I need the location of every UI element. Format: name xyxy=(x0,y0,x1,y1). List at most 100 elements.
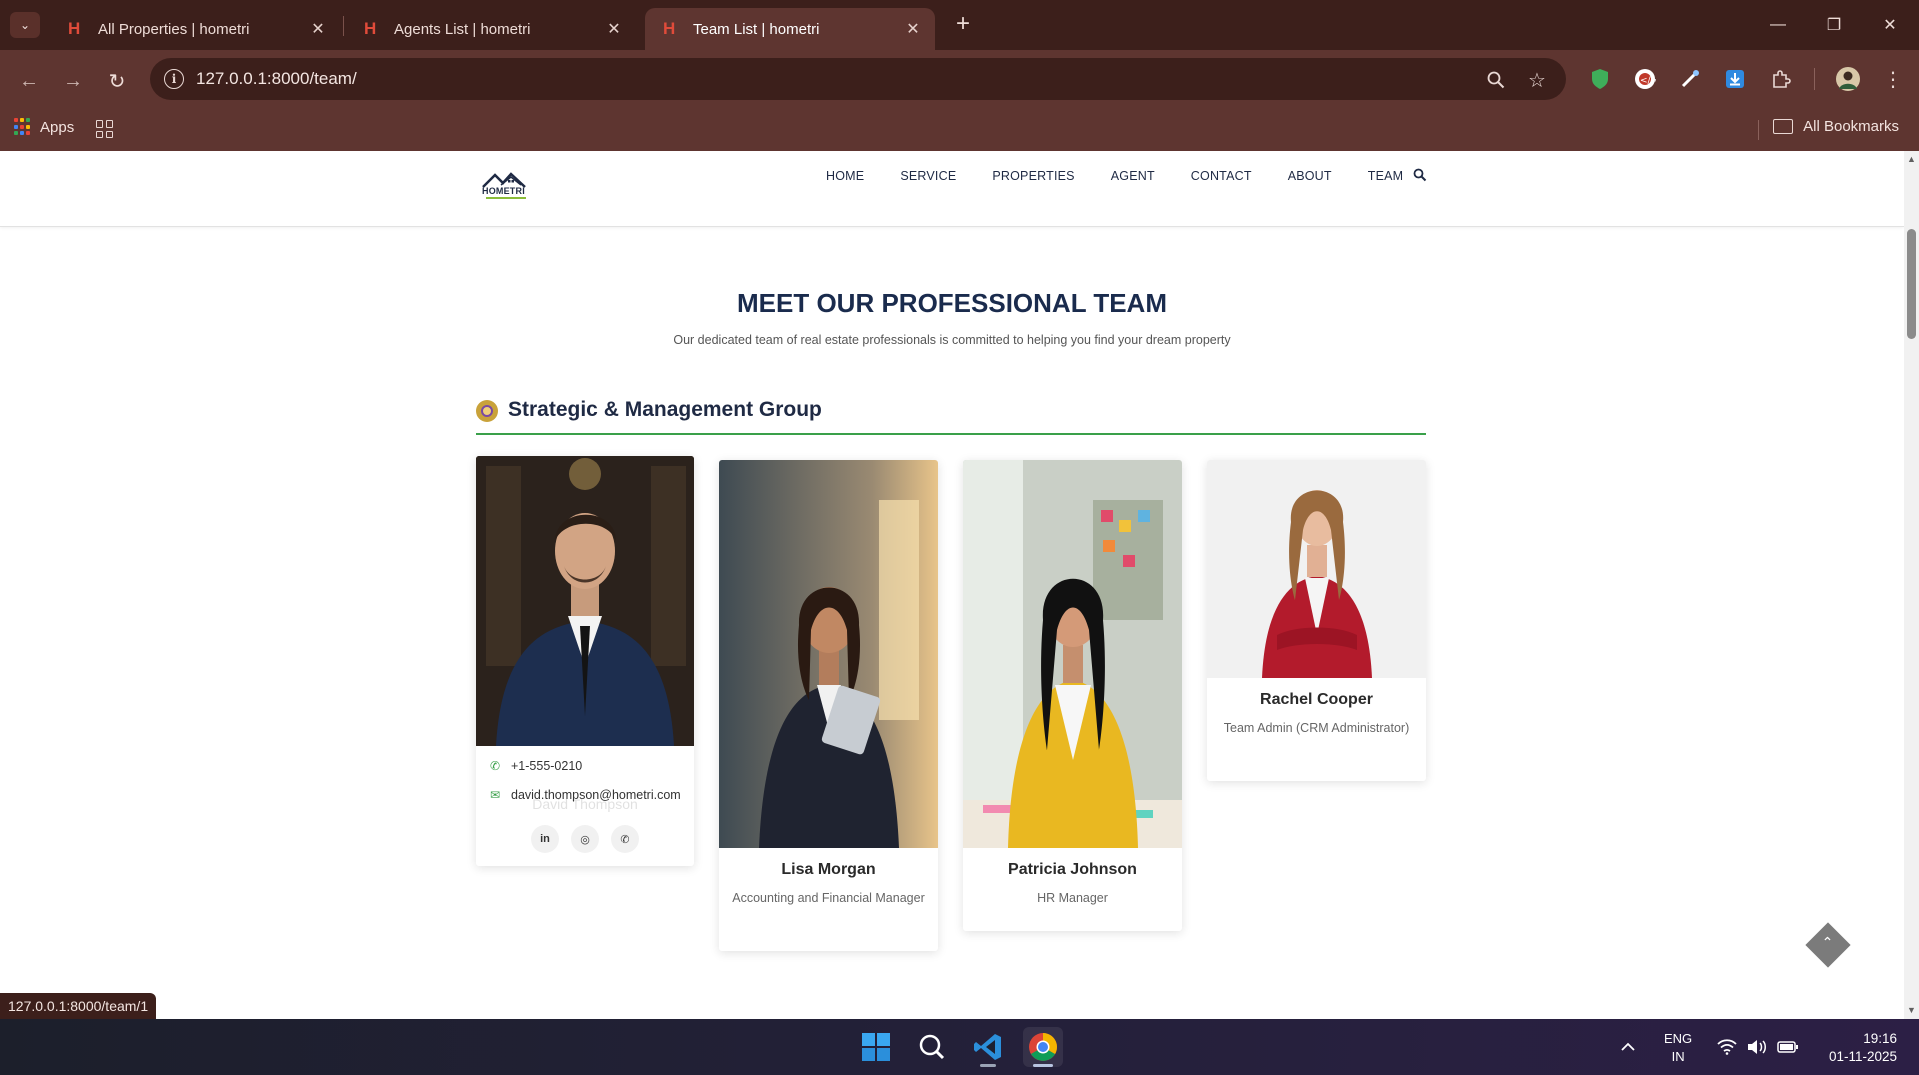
tab-search-button[interactable]: ⌄ xyxy=(10,12,40,38)
member-role: HR Manager xyxy=(1037,891,1108,905)
member-email: david.thompson@hometri.com xyxy=(511,788,681,802)
instagram-icon[interactable]: ◎ xyxy=(571,825,599,853)
tab-agents-list[interactable]: H Agents List | hometri ✕ xyxy=(346,8,636,50)
apps-label: Apps xyxy=(40,118,75,136)
restore-button[interactable]: ❐ xyxy=(1814,10,1854,40)
bookmarks-divider xyxy=(1758,120,1759,140)
compass-icon xyxy=(476,400,498,422)
phone-icon: ✆ xyxy=(489,759,501,773)
social-links: in ◎ ✆ xyxy=(476,825,694,853)
language-indicator[interactable]: ENG IN xyxy=(1664,1030,1692,1066)
bookmark-apps[interactable]: Apps xyxy=(14,118,74,136)
minimize-button[interactable]: — xyxy=(1758,10,1798,40)
envelope-icon: ✉ xyxy=(489,788,501,802)
back-to-top-button[interactable]: ⌃ xyxy=(1805,922,1851,968)
team-card-lisa-morgan[interactable]: Lisa Morgan Accounting and Financial Man… xyxy=(719,460,938,951)
system-clock[interactable]: 19:16 01-11-2025 xyxy=(1829,1030,1897,1066)
page-subtitle: Our dedicated team of real estate profes… xyxy=(673,333,1231,347)
hometri-favicon-icon: H xyxy=(663,19,676,38)
tray-overflow-icon[interactable] xyxy=(1620,1019,1636,1075)
tab-all-properties[interactable]: H All Properties | hometri ✕ xyxy=(50,8,340,50)
running-indicator xyxy=(980,1064,996,1067)
group-header: Strategic & Management Group xyxy=(476,396,1426,435)
page-title: MEET OUR PROFESSIONAL TEAM xyxy=(737,288,1167,318)
hometri-favicon-icon: H xyxy=(364,19,377,38)
phone-line[interactable]: ✆ +1-555-0210 xyxy=(488,759,582,773)
page-scrollbar[interactable]: ▲ ▼ xyxy=(1904,151,1919,1019)
member-photo xyxy=(476,456,694,746)
folder-icon xyxy=(1773,119,1794,134)
nav-team[interactable]: TEAM xyxy=(1368,169,1404,183)
nav-home[interactable]: HOME xyxy=(826,169,864,183)
team-card-rachel-cooper[interactable]: Rachel Cooper Team Admin (CRM Administra… xyxy=(1207,460,1426,781)
volume-icon[interactable] xyxy=(1747,1019,1767,1075)
member-name: Lisa Morgan xyxy=(781,861,876,878)
whatsapp-icon[interactable]: ✆ xyxy=(611,825,639,853)
bookmarks-bar: Apps All Bookmarks xyxy=(0,112,1919,148)
shield-extension-icon[interactable] xyxy=(1587,66,1613,92)
nav-agent[interactable]: AGENT xyxy=(1111,169,1155,183)
svg-text:</>: </> xyxy=(1640,76,1656,86)
tab-title: All Properties | hometri xyxy=(98,20,250,38)
status-bar-url: 127.0.0.1:8000/team/1 xyxy=(0,993,157,1019)
extensions-puzzle-icon[interactable] xyxy=(1768,66,1794,92)
back-arrow-icon[interactable]: ← xyxy=(14,66,44,96)
close-icon[interactable]: ✕ xyxy=(903,19,923,39)
taskbar-search-icon[interactable] xyxy=(912,1027,952,1067)
scroll-thumb[interactable] xyxy=(1907,229,1916,339)
site-info-icon[interactable]: i xyxy=(164,69,184,89)
active-indicator xyxy=(1033,1064,1053,1067)
download-extension-icon[interactable] xyxy=(1722,66,1748,92)
member-photo xyxy=(719,460,938,848)
windows-taskbar: ENG IN 19:16 01-11-2025 xyxy=(0,1019,1919,1075)
tab-groups-icon[interactable] xyxy=(96,120,114,138)
member-role: Accounting and Financial Manager xyxy=(732,891,925,905)
close-window-button[interactable]: ✕ xyxy=(1870,10,1910,40)
menu-kebab-icon[interactable]: ⋮ xyxy=(1880,66,1906,92)
clock-date: 01-11-2025 xyxy=(1828,1049,1897,1064)
battery-icon[interactable] xyxy=(1777,1019,1799,1075)
tab-title: Agents List | hometri xyxy=(394,20,531,38)
vscode-icon[interactable] xyxy=(968,1027,1008,1067)
new-tab-button[interactable]: + xyxy=(950,12,976,38)
address-bar[interactable]: i 127.0.0.1:8000/team/ ☆ xyxy=(150,58,1566,100)
url-text[interactable]: 127.0.0.1:8000/team/ xyxy=(196,69,357,89)
search-icon[interactable] xyxy=(1413,168,1427,182)
all-bookmarks-label: All Bookmarks xyxy=(1803,118,1899,135)
zoom-icon[interactable] xyxy=(1484,68,1508,92)
wifi-icon[interactable] xyxy=(1717,1019,1737,1075)
eyedropper-extension-icon[interactable] xyxy=(1677,66,1703,92)
scroll-up-arrow-icon[interactable]: ▲ xyxy=(1907,155,1916,164)
apps-grid-icon xyxy=(14,118,32,136)
member-name: Patricia Johnson xyxy=(1008,861,1137,878)
web-page: HOMETRI HOME SERVICE PROPERTIES AGENT CO… xyxy=(0,151,1904,1019)
member-name: Rachel Cooper xyxy=(1260,691,1373,708)
forward-arrow-icon[interactable]: → xyxy=(58,66,88,96)
tab-separator xyxy=(343,16,344,36)
region-code: IN xyxy=(1671,1049,1685,1064)
nav-contact[interactable]: CONTACT xyxy=(1191,169,1252,183)
logo-text: HOMETRI xyxy=(482,186,525,196)
group-title: Strategic & Management Group xyxy=(508,398,822,421)
nav-about[interactable]: ABOUT xyxy=(1288,169,1332,183)
profile-avatar[interactable] xyxy=(1835,66,1861,92)
site-header: HOMETRI HOME SERVICE PROPERTIES AGENT CO… xyxy=(0,151,1904,227)
nav-service[interactable]: SERVICE xyxy=(900,169,956,183)
chrome-icon[interactable] xyxy=(1023,1027,1063,1067)
devtools-extension-icon[interactable]: </> xyxy=(1632,66,1658,92)
bookmark-star-icon[interactable]: ☆ xyxy=(1525,68,1549,92)
all-bookmarks-button[interactable]: All Bookmarks xyxy=(1773,118,1899,135)
linkedin-icon[interactable]: in xyxy=(531,825,559,853)
close-icon[interactable]: ✕ xyxy=(604,19,624,39)
email-line[interactable]: ✉ david.thompson@hometri.com xyxy=(488,788,681,802)
windows-start-icon[interactable] xyxy=(856,1027,896,1067)
team-card-david-thompson[interactable]: ✆ +1-555-0210 David Thompson ✉ david.tho… xyxy=(476,456,694,866)
reload-icon[interactable]: ↻ xyxy=(102,66,132,96)
scroll-down-arrow-icon[interactable]: ▼ xyxy=(1907,1006,1916,1015)
tab-team-list[interactable]: H Team List | hometri ✕ xyxy=(645,8,935,50)
browser-tab-bar: ⌄ H All Properties | hometri ✕ H Agents … xyxy=(0,0,1919,50)
team-card-patricia-johnson[interactable]: Patricia Johnson HR Manager xyxy=(963,460,1182,931)
clock-time: 19:16 xyxy=(1863,1031,1897,1046)
nav-properties[interactable]: PROPERTIES xyxy=(992,169,1074,183)
close-icon[interactable]: ✕ xyxy=(308,19,328,39)
